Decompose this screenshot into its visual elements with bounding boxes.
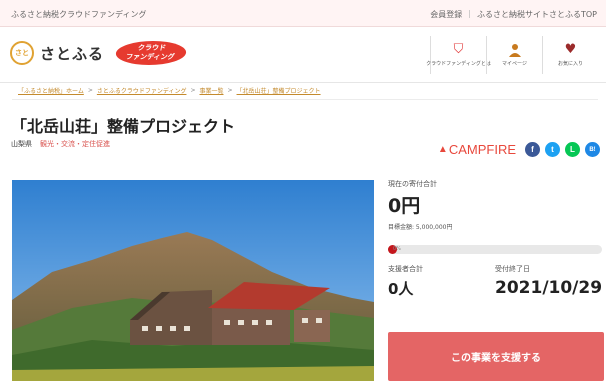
supporters-value: 0人 [388,280,414,298]
nav-mypage[interactable]: マイページ [486,36,542,74]
breadcrumb: 「ふるさと納税」ホーム > さとふるクラウドファンディング > 事業一覧 > 「… [12,82,598,100]
breadcrumb-projects[interactable]: 事業一覧 [199,86,223,95]
campfire-label: CAMPFIRE [448,142,516,157]
prefecture-label: 山梨県 [11,140,32,148]
progress-bar: 0% [388,245,602,254]
supporters-label: 支援者合計 [388,265,423,273]
site-header: さと さとふる クラウド ファンディング ⛉ クラウドファンディングとは マイペ… [0,27,606,83]
share-bar: ▲ CAMPFIRE f t L B! [438,142,600,157]
project-photo [12,180,374,381]
nav-about-crowdfunding[interactable]: ⛉ クラウドファンディングとは [426,36,491,74]
nav-label: マイページ [502,61,527,67]
support-project-button[interactable]: この事業を支援する [388,332,604,381]
deadline-value: 2021/10/29 [495,278,603,298]
project-meta: 山梨県 観光・交流・定住促進 [11,139,110,149]
header-nav: ⛉ クラウドファンディングとは マイページ ♥ お気に入り [426,36,598,74]
supporters-block: 支援者合計 0人 [388,264,495,299]
deadline-label: 受付終了日 [495,265,530,273]
badge-line-1: クラウド [137,44,167,52]
top-bar: ふるさと納税クラウドファンディング 会員登録 | ふるさと納税サイトさとふるTO… [0,0,606,27]
facebook-share-icon[interactable]: f [525,142,540,157]
progress-percent: 0% [393,246,401,252]
deadline-block: 受付終了日 2021/10/29 [495,264,602,299]
satofull-top-link[interactable]: ふるさと納税サイトさとふるTOP [477,9,597,20]
breadcrumb-home[interactable]: 「ふるさと納税」ホーム [18,86,84,95]
breadcrumb-separator: > [190,87,196,94]
logo-mark-icon: さと [10,41,34,65]
site-logo[interactable]: さと さとふる クラウド ファンディング [10,41,189,65]
nav-label: クラウドファンディングとは [426,61,491,67]
hatena-bookmark-icon[interactable]: B! [585,142,600,157]
flame-icon: ▲ [437,144,448,155]
user-icon [508,43,522,57]
site-tagline: ふるさと納税クラウドファンディング [11,10,147,19]
breadcrumb-separator: > [227,87,233,94]
top-links: 会員登録 | ふるさと納税サイトさとふるTOP [430,9,597,20]
breadcrumb-current[interactable]: 「北岳山荘」整備プロジェクト [237,86,321,95]
logo-text: さとふる [40,44,105,63]
crowdfunding-badge: クラウド ファンディング [113,41,189,65]
nav-label: お気に入り [557,61,583,67]
category-link[interactable]: 観光・交流・定住促進 [40,139,110,149]
campfire-logo[interactable]: ▲ CAMPFIRE [438,142,516,157]
funding-stats: 現在の寄付合計 0円 目標金額: 5,000,000円 0% 支援者合計 0人 … [388,179,602,299]
goal-amount: 目標金額: 5,000,000円 [388,224,453,231]
twitter-share-icon[interactable]: t [545,142,560,157]
current-total-label: 現在の寄付合計 [388,180,437,188]
divider: | [468,9,471,18]
register-link[interactable]: 会員登録 [430,9,462,20]
current-total-amount: 0円 [388,195,421,217]
shield-icon: ⛉ [453,42,464,57]
nav-favorites[interactable]: ♥ お気に入り [542,36,598,74]
line-share-icon[interactable]: L [565,142,580,157]
stats-row: 支援者合計 0人 受付終了日 2021/10/29 [388,264,602,299]
heart-icon: ♥ [564,42,577,57]
breadcrumb-separator: > [87,87,93,94]
page-title: 「北岳山荘」整備プロジェクト [11,117,236,136]
badge-line-2: ファンディング [125,53,176,61]
breadcrumb-crowdfunding[interactable]: さとふるクラウドファンディング [97,86,187,95]
